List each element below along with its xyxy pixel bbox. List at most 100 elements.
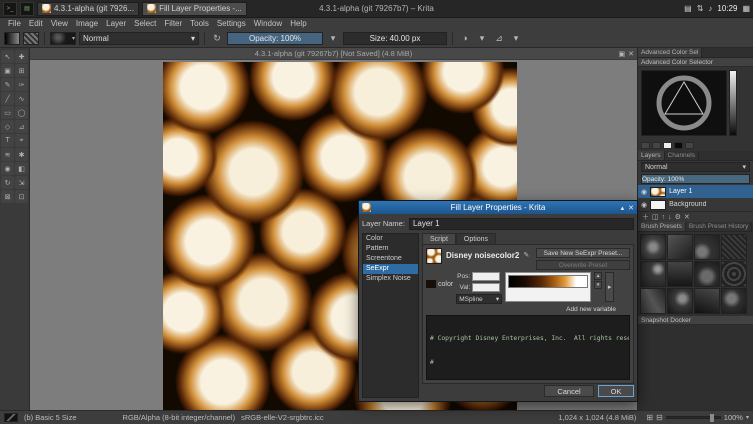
opacity-slider[interactable]: Opacity: 100% xyxy=(227,32,323,45)
menu-tools[interactable]: Tools xyxy=(186,19,213,28)
color-gamut-icon[interactable] xyxy=(685,142,694,149)
brush-preset-thumbnail[interactable] xyxy=(694,234,720,260)
layer-properties-icon[interactable]: ⚙ xyxy=(675,213,681,221)
fit-width-icon[interactable]: ⊟ xyxy=(656,413,663,422)
color-picker-tool-icon[interactable]: ⌖ xyxy=(15,134,28,147)
close-icon[interactable]: ✕ xyxy=(628,204,634,212)
gradient-chooser[interactable] xyxy=(4,32,20,45)
color-triangle-selector[interactable] xyxy=(641,70,727,136)
brush-preset-thumbnail[interactable] xyxy=(640,234,666,260)
taskbar-window-krita[interactable]: 4.3.1-alpha (git 7926... xyxy=(37,2,139,16)
polyline-tool-icon[interactable]: ⊿ xyxy=(15,120,28,133)
select-outline-tool-icon[interactable]: ↻ xyxy=(1,176,14,189)
pos-input[interactable] xyxy=(472,272,500,281)
brush-preset-thumbnail[interactable] xyxy=(667,261,693,287)
layer-name-input[interactable] xyxy=(409,218,634,230)
brush-size-slider[interactable]: Size: 40.00 px xyxy=(343,32,447,45)
layer-opacity-slider[interactable]: Opacity: 100% xyxy=(641,174,750,184)
generator-item-screentone[interactable]: Screentone xyxy=(363,254,418,264)
clock[interactable]: 10:29 xyxy=(717,4,737,13)
taskbar-window-fill-layer-properties[interactable]: Fill Layer Properties -... xyxy=(142,2,247,16)
volume-icon[interactable]: ♪ xyxy=(708,4,712,13)
value-strip-slider[interactable] xyxy=(729,70,737,136)
tab-channels[interactable]: Channels xyxy=(665,151,699,160)
brush-editor-button[interactable]: ▾ xyxy=(50,32,76,45)
generator-item-pattern[interactable]: Pattern xyxy=(363,244,418,254)
layer-blending-mode-combo[interactable]: Normal ▾ xyxy=(641,162,750,172)
tab-layers[interactable]: Layers xyxy=(638,151,665,160)
smart-patch-tool-icon[interactable]: ◉ xyxy=(1,162,14,175)
dropdown-icon[interactable]: ▾ xyxy=(746,414,749,421)
interpolation-combo[interactable]: MSpline ▾ xyxy=(456,294,502,304)
gradient-tool-icon[interactable]: ≋ xyxy=(1,148,14,161)
spin-down-icon[interactable]: ▾ xyxy=(594,281,602,289)
gradient-preview[interactable] xyxy=(508,275,588,288)
brush-preset-thumbnail[interactable] xyxy=(640,288,666,314)
zoom-level-label[interactable]: 100% xyxy=(724,413,743,422)
polygon-tool-icon[interactable]: ◇ xyxy=(1,120,14,133)
color-swatch-black[interactable] xyxy=(674,142,683,149)
brush-preset-thumbnail[interactable] xyxy=(694,288,720,314)
generator-item-simplex-noise[interactable]: Simplex Noise xyxy=(363,274,418,284)
menu-help[interactable]: Help xyxy=(286,19,310,28)
freehand-path-tool-icon[interactable]: ∿ xyxy=(15,92,28,105)
mirror-icon[interactable]: ◑ xyxy=(458,32,472,45)
tab-script[interactable]: Script xyxy=(422,233,456,244)
ok-button[interactable]: OK xyxy=(598,385,634,397)
select-polygon-tool-icon[interactable]: ⇲ xyxy=(15,176,28,189)
zoom-slider-thumb[interactable] xyxy=(710,414,714,422)
grid-tool-icon[interactable]: ⊞ xyxy=(15,64,28,77)
visibility-eye-icon[interactable]: ◉ xyxy=(641,188,647,196)
text-tool-icon[interactable]: T xyxy=(1,134,14,147)
blending-mode-combo[interactable]: Normal ▾ xyxy=(79,32,199,45)
fill-tool-icon[interactable]: ✱ xyxy=(15,148,28,161)
dropdown-icon[interactable]: ▾ xyxy=(475,32,489,45)
wrap-around-icon[interactable]: ⊿ xyxy=(492,32,506,45)
duplicate-layer-icon[interactable]: ◫ xyxy=(652,213,659,221)
color-swatch-white[interactable] xyxy=(663,142,672,149)
delete-layer-icon[interactable]: ✕ xyxy=(684,213,690,221)
color-history-icon[interactable] xyxy=(652,142,661,149)
brush-preset-thumbnail[interactable] xyxy=(721,234,747,260)
line-tool-icon[interactable]: ╱ xyxy=(1,92,14,105)
visibility-eye-icon[interactable]: ◉ xyxy=(641,201,647,209)
brush-preset-thumbnail[interactable] xyxy=(721,261,747,287)
menu-file[interactable]: File xyxy=(4,19,25,28)
dropdown-icon[interactable]: ▾ xyxy=(509,32,523,45)
move-layer-down-icon[interactable]: ↓ xyxy=(668,214,672,221)
tab-advanced-color-selector[interactable]: Advanced Color Sel xyxy=(638,48,702,57)
edit-preset-icon[interactable]: ✎ xyxy=(523,248,529,264)
color-variable-group[interactable]: color xyxy=(426,280,453,288)
calligraphy-tool-icon[interactable]: ✑ xyxy=(15,78,28,91)
rectangle-tool-icon[interactable]: ▭ xyxy=(1,106,14,119)
transform-tool-icon[interactable]: ↖ xyxy=(1,50,14,63)
freehand-brush-tool-icon[interactable]: ✎ xyxy=(1,78,14,91)
crop-tool-icon[interactable]: ▣ xyxy=(1,64,14,77)
add-layer-icon[interactable]: ＋ xyxy=(642,212,649,222)
zoom-slider[interactable] xyxy=(666,416,721,419)
menu-view[interactable]: View xyxy=(47,19,72,28)
color-settings-icon[interactable] xyxy=(641,142,650,149)
shade-icon[interactable]: ▴ xyxy=(621,204,625,212)
restore-icon[interactable]: ▣ xyxy=(619,50,626,58)
network-icon[interactable]: ⇅ xyxy=(697,4,704,13)
files-launcher-icon[interactable]: ▤ xyxy=(20,2,34,16)
select-similar-tool-icon[interactable]: ⊠ xyxy=(1,190,14,203)
dialog-titlebar[interactable]: Fill Layer Properties - Krita ▴ ✕ xyxy=(359,201,637,214)
add-variable-link[interactable]: Add new variable xyxy=(426,306,630,313)
select-rect-tool-icon[interactable]: ◧ xyxy=(15,162,28,175)
layer-row-layer1[interactable]: ◉ Layer 1 xyxy=(638,185,753,198)
brush-preset-thumbnail[interactable] xyxy=(640,261,666,287)
generator-item-seexpr[interactable]: SeExpr xyxy=(363,264,418,274)
gradient-editor-panel[interactable] xyxy=(505,272,591,302)
generator-item-color[interactable]: Color xyxy=(363,234,418,244)
preset-thumbnail[interactable] xyxy=(426,248,442,264)
spin-arrows-icon[interactable]: ▾ xyxy=(326,32,340,45)
current-brush-label[interactable]: (b) Basic 5 Size xyxy=(24,413,77,422)
spin-up-icon[interactable]: ▴ xyxy=(594,272,602,280)
pattern-chooser[interactable] xyxy=(23,32,39,45)
brush-preset-thumbnail[interactable] xyxy=(721,288,747,314)
val-input[interactable] xyxy=(472,283,500,292)
move-layer-up-icon[interactable]: ↑ xyxy=(662,214,666,221)
tray-grid-icon[interactable]: ▤ xyxy=(684,4,692,13)
